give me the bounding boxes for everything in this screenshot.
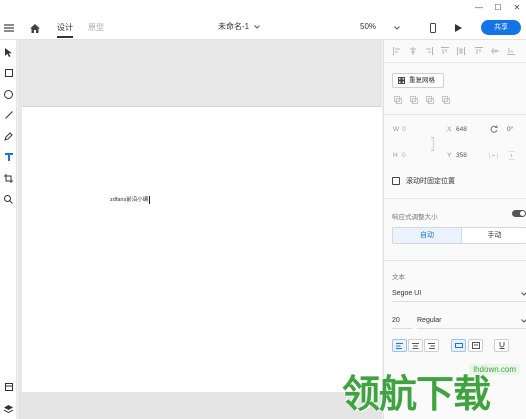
menu-icon[interactable] [3, 22, 15, 34]
divider [384, 114, 526, 115]
repeat-grid-label: 重复网格 [409, 77, 435, 84]
align-middle-vertical-icon[interactable] [491, 47, 499, 55]
y-field[interactable]: 358 [456, 152, 467, 159]
zoom-tool-icon[interactable] [0, 191, 17, 207]
font-weight-value: Regular [417, 317, 442, 324]
document-title[interactable]: 未命名-1 [218, 20, 261, 34]
layers-icon[interactable] [0, 401, 17, 417]
text-fixed-box-button[interactable] [468, 339, 483, 352]
share-button[interactable]: 共享 [481, 20, 521, 35]
y-label: Y [447, 152, 452, 159]
watermark: 领航下载 lhdown.com [342, 363, 526, 419]
underline-icon [495, 340, 508, 351]
rectangle-tool-icon[interactable] [0, 65, 17, 81]
minimize-button[interactable]: — [472, 2, 486, 14]
boolean-subtract-icon[interactable] [410, 96, 418, 104]
home-icon[interactable] [29, 22, 41, 34]
width-label: W [393, 126, 400, 133]
text-autowidth-button[interactable] [451, 339, 466, 352]
resize-mode-auto[interactable]: 自动 [393, 228, 461, 243]
resize-mode-manual[interactable]: 手动 [461, 228, 526, 243]
canvas[interactable]: zdfans前沿小编 [18, 40, 382, 419]
font-size-value: 20 [392, 317, 400, 324]
font-family-value: Segoe UI [392, 290, 422, 297]
artboard[interactable]: zdfans前沿小编 [22, 106, 382, 392]
ellipse-tool-icon[interactable] [0, 86, 17, 102]
rotation-field[interactable]: 0° [507, 126, 513, 133]
text-align-right-button[interactable] [424, 339, 439, 352]
chevron-down-icon [521, 319, 526, 323]
device-preview-icon[interactable] [428, 21, 438, 35]
divider [384, 198, 526, 199]
pen-tool-icon[interactable] [0, 128, 17, 144]
boolean-add-icon[interactable] [394, 96, 402, 104]
resize-mode-segmented: 自动 手动 [392, 227, 526, 244]
repeat-grid-button[interactable]: 重复网格 [392, 73, 444, 88]
width-field[interactable]: 0 [402, 126, 406, 133]
text-caret [149, 195, 151, 204]
font-family-select[interactable]: Segoe UI [392, 288, 526, 302]
tool-rail [0, 40, 17, 419]
window-titlebar: — ☐ ✕ [0, 0, 526, 16]
text-align-center-icon [409, 340, 422, 351]
artboard-text-layer[interactable]: zdfans前沿小编 [110, 195, 151, 204]
watermark-url: lhdown.com [469, 364, 520, 375]
height-field[interactable]: 0 [402, 152, 406, 159]
height-label: H [393, 152, 398, 159]
maximize-button[interactable]: ☐ [491, 2, 505, 14]
zoom-chevron-down-icon[interactable] [393, 24, 401, 32]
artboard-text: zdfans前沿小编 [110, 197, 149, 203]
chevron-down-icon [521, 292, 526, 296]
x-field[interactable]: 648 [456, 126, 467, 133]
main-toolbar: 设计 原型 未命名-1 50% 共享 [0, 16, 526, 40]
lock-aspect-icon[interactable] [431, 137, 436, 151]
align-left-icon[interactable] [393, 47, 401, 55]
artboard-tool-icon[interactable] [0, 170, 17, 186]
flip-horizontal-icon[interactable] [489, 152, 498, 159]
close-button[interactable]: ✕ [510, 2, 524, 14]
align-right-icon[interactable] [425, 47, 433, 55]
responsive-resize-toggle[interactable] [512, 210, 526, 217]
text-tool-icon[interactable] [0, 149, 17, 165]
watermark-text: 领航下载 [342, 372, 491, 416]
canvas-bottom-area [18, 392, 382, 419]
align-bottom-icon[interactable] [507, 47, 515, 55]
distribute-horizontal-icon[interactable] [457, 47, 465, 55]
tab-design[interactable]: 设计 [57, 21, 73, 38]
font-size-field[interactable]: 20 [392, 315, 412, 329]
responsive-resize-label: 响应式调整大小 [392, 214, 438, 221]
assets-icon[interactable] [0, 379, 17, 395]
text-align-right-icon [425, 340, 438, 351]
line-tool-icon[interactable] [0, 107, 17, 123]
grid-icon [398, 77, 405, 84]
boolean-exclude-icon[interactable] [442, 96, 450, 104]
divider [384, 62, 526, 63]
flip-vertical-icon[interactable] [508, 151, 515, 160]
align-top-icon[interactable] [441, 47, 449, 55]
play-icon[interactable] [453, 22, 463, 34]
align-top-2-icon[interactable] [475, 47, 483, 55]
x-label: X [447, 126, 452, 133]
fix-position-label: 滚动时固定位置 [406, 178, 455, 185]
boolean-intersect-icon[interactable] [426, 96, 434, 104]
fix-position-checkbox[interactable] [392, 177, 400, 185]
text-align-left-icon [393, 340, 406, 351]
rotate-icon [490, 125, 498, 133]
autowidth-icon [452, 340, 465, 351]
document-title-text: 未命名-1 [218, 22, 250, 31]
align-center-horizontal-icon[interactable] [409, 47, 417, 55]
divider [384, 260, 526, 261]
tab-prototype[interactable]: 原型 [88, 21, 104, 38]
text-align-center-button[interactable] [408, 339, 423, 352]
zoom-select[interactable]: 50% [360, 20, 376, 34]
select-tool-icon[interactable] [0, 44, 17, 60]
text-underline-button[interactable] [494, 339, 509, 352]
zoom-value: 50% [360, 22, 377, 31]
text-section-label: 文本 [392, 274, 405, 281]
text-align-left-button[interactable] [392, 339, 407, 352]
font-weight-select[interactable]: Regular [417, 315, 526, 329]
fixed-box-icon [469, 340, 482, 351]
chevron-down-icon [254, 25, 261, 29]
